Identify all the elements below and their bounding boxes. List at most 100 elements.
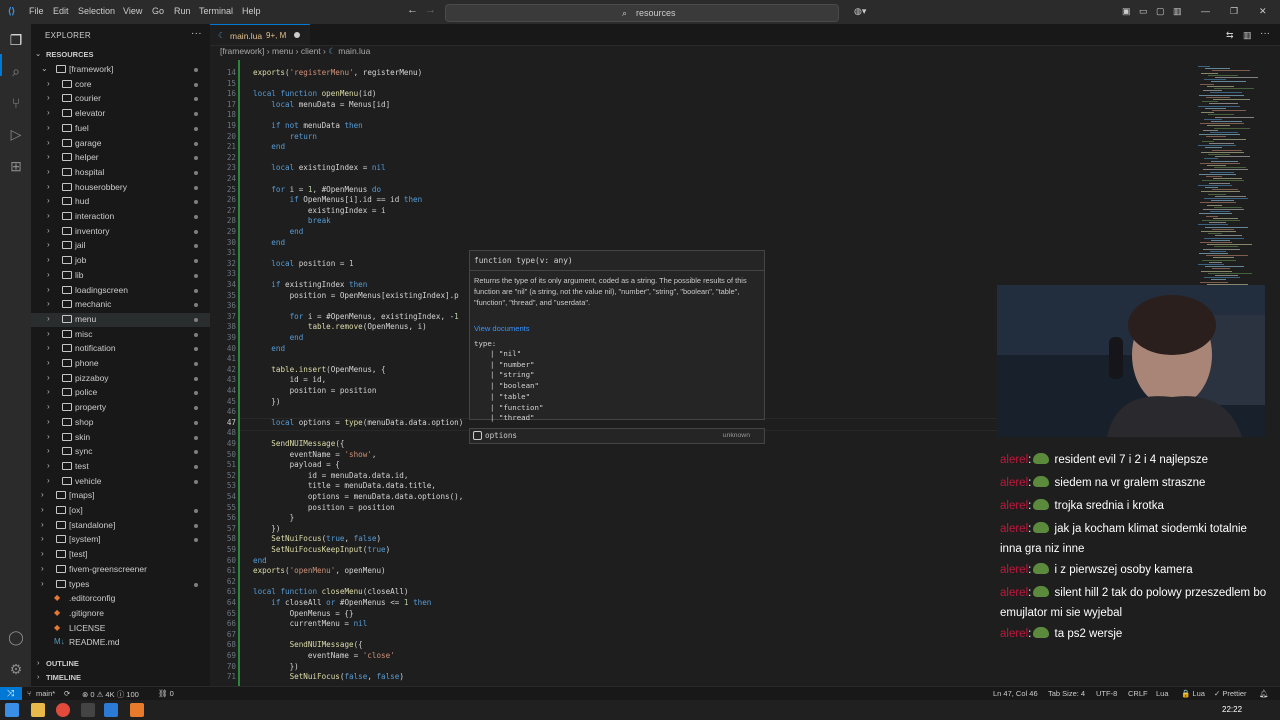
- suggestion-widget[interactable]: options unknown: [469, 428, 765, 444]
- editor-more-icon[interactable]: ···: [1260, 28, 1270, 39]
- app-icon[interactable]: [130, 703, 144, 717]
- open-changes-icon[interactable]: ⇆: [1226, 30, 1234, 41]
- close-window-icon[interactable]: ✕: [1259, 6, 1267, 17]
- tree-folder[interactable]: › pizzaboy: [31, 372, 210, 386]
- menu-view[interactable]: View: [123, 6, 142, 16]
- minimap[interactable]: [1190, 60, 1272, 310]
- tree-folder[interactable]: › interaction: [31, 210, 210, 224]
- tab-size[interactable]: Tab Size: 4: [1048, 689, 1085, 698]
- breadcrumb-client[interactable]: client: [301, 46, 321, 56]
- cursor-position[interactable]: Ln 47, Col 46: [993, 689, 1038, 698]
- menu-edit[interactable]: Edit: [53, 6, 69, 16]
- prettier-status[interactable]: ✓ Prettier: [1214, 689, 1247, 698]
- tree-folder[interactable]: › [maps]: [31, 489, 210, 503]
- tree-folder[interactable]: › mechanic: [31, 298, 210, 312]
- windows-start-icon[interactable]: [5, 703, 19, 717]
- tree-folder[interactable]: › jail: [31, 239, 210, 253]
- tree-folder[interactable]: › loadingscreen: [31, 284, 210, 298]
- tree-file[interactable]: ◆ .gitignore: [31, 607, 210, 621]
- tree-folder[interactable]: › elevator: [31, 107, 210, 121]
- encoding[interactable]: UTF-8: [1096, 689, 1117, 698]
- tree-folder[interactable]: › core: [31, 78, 210, 92]
- tree-folder[interactable]: › property: [31, 401, 210, 415]
- tree-folder[interactable]: › fuel: [31, 122, 210, 136]
- command-center-search[interactable]: ⌕ resources: [445, 4, 839, 22]
- account-icon[interactable]: ◯: [7, 628, 25, 646]
- tree-folder[interactable]: › [standalone]: [31, 519, 210, 533]
- tree-folder[interactable]: › houserobbery: [31, 181, 210, 195]
- explorer-icon[interactable]: ❐: [7, 31, 25, 49]
- ports-status[interactable]: ⛓ 0: [158, 689, 174, 698]
- tree-folder[interactable]: › test: [31, 460, 210, 474]
- tree-folder[interactable]: › helper: [31, 151, 210, 165]
- outline-section-header[interactable]: › OUTLINE: [31, 657, 210, 671]
- more-actions-icon[interactable]: ···: [191, 28, 202, 39]
- tree-folder[interactable]: › vehicle: [31, 475, 210, 489]
- tab-main-lua[interactable]: ☾ main.lua 9+, M: [210, 24, 310, 45]
- tree-folder[interactable]: ⌄ [framework]: [31, 63, 210, 77]
- forward-arrow-icon[interactable]: →: [425, 4, 436, 16]
- view-documents-link[interactable]: View documents: [474, 324, 530, 333]
- browser-icon[interactable]: [56, 703, 70, 717]
- tree-folder[interactable]: › skin: [31, 431, 210, 445]
- suggestion-label[interactable]: options: [485, 431, 517, 440]
- unsaved-dot-icon[interactable]: [294, 32, 300, 38]
- toggle-panel-icon[interactable]: ▭: [1139, 6, 1148, 17]
- end-of-line[interactable]: CRLF: [1128, 689, 1148, 698]
- menu-file[interactable]: File: [29, 6, 44, 16]
- tree-folder[interactable]: › shop: [31, 416, 210, 430]
- timeline-section-header[interactable]: › TIMELINE: [31, 671, 210, 685]
- run-debug-icon[interactable]: ▷: [7, 125, 25, 143]
- tree-folder[interactable]: › courier: [31, 92, 210, 106]
- file-explorer-icon[interactable]: [31, 703, 45, 717]
- language-mode[interactable]: Lua: [1156, 689, 1169, 698]
- menu-go[interactable]: Go: [152, 6, 164, 16]
- split-editor-icon[interactable]: ▥: [1243, 30, 1252, 41]
- tree-folder[interactable]: › [ox]: [31, 504, 210, 518]
- tree-file[interactable]: M↓ README.md: [31, 636, 210, 650]
- tree-folder[interactable]: › menu: [31, 312, 210, 327]
- back-arrow-icon[interactable]: ←: [407, 4, 418, 16]
- settings-gear-icon[interactable]: ⚙: [7, 660, 25, 678]
- tree-folder[interactable]: › phone: [31, 357, 210, 371]
- tree-folder[interactable]: › notification: [31, 342, 210, 356]
- tree-file[interactable]: ◆ .editorconfig: [31, 592, 210, 606]
- source-control-icon[interactable]: ⑂: [7, 94, 25, 112]
- search-icon[interactable]: ⌕: [7, 62, 25, 80]
- tree-folder[interactable]: › misc: [31, 328, 210, 342]
- tree-folder[interactable]: › fivem-greenscreener: [31, 563, 210, 577]
- lua-lock-status[interactable]: 🔒 Lua: [1181, 689, 1205, 698]
- tree-file[interactable]: ◆ LICENSE: [31, 622, 210, 636]
- tree-folder[interactable]: › garage: [31, 137, 210, 151]
- tree-folder[interactable]: › hud: [31, 195, 210, 209]
- tree-folder[interactable]: › police: [31, 386, 210, 400]
- branch-status[interactable]: main*: [36, 689, 55, 698]
- menu-help[interactable]: Help: [242, 6, 261, 16]
- toggle-sidebar-icon[interactable]: ▣: [1122, 6, 1131, 17]
- tree-folder[interactable]: › job: [31, 254, 210, 268]
- tree-folder[interactable]: › lib: [31, 269, 210, 283]
- breadcrumb-file[interactable]: main.lua: [338, 46, 370, 56]
- copilot-icon[interactable]: ◍▾: [854, 6, 866, 17]
- tree-folder[interactable]: › [test]: [31, 548, 210, 562]
- toggle-secondary-sidebar-icon[interactable]: ▢: [1156, 6, 1165, 17]
- menu-selection[interactable]: Selection: [78, 6, 115, 16]
- remote-indicator[interactable]: ⤨: [0, 687, 22, 701]
- minimize-icon[interactable]: —: [1201, 6, 1210, 16]
- vscode-taskbar-icon[interactable]: [104, 703, 118, 717]
- customize-layout-icon[interactable]: ▥: [1173, 6, 1182, 17]
- restore-icon[interactable]: ❐: [1230, 6, 1238, 17]
- notifications-bell-icon[interactable]: 🔔︎: [1259, 689, 1269, 698]
- menu-run[interactable]: Run: [174, 6, 191, 16]
- problems-status[interactable]: ⊗ 0 ⚠ 4K ⓘ 100: [82, 689, 139, 700]
- sync-icon[interactable]: ⟳: [64, 689, 70, 698]
- tree-folder[interactable]: › hospital: [31, 166, 210, 180]
- extensions-icon[interactable]: ⊞: [7, 157, 25, 175]
- tree-folder[interactable]: › types: [31, 578, 210, 592]
- terminal-icon[interactable]: [81, 703, 95, 717]
- breadcrumb-menu[interactable]: menu: [272, 46, 293, 56]
- breadcrumb-framework[interactable]: [framework]: [220, 46, 264, 56]
- tree-folder[interactable]: › inventory: [31, 225, 210, 239]
- menu-terminal[interactable]: Terminal: [199, 6, 233, 16]
- tree-folder[interactable]: › [system]: [31, 533, 210, 547]
